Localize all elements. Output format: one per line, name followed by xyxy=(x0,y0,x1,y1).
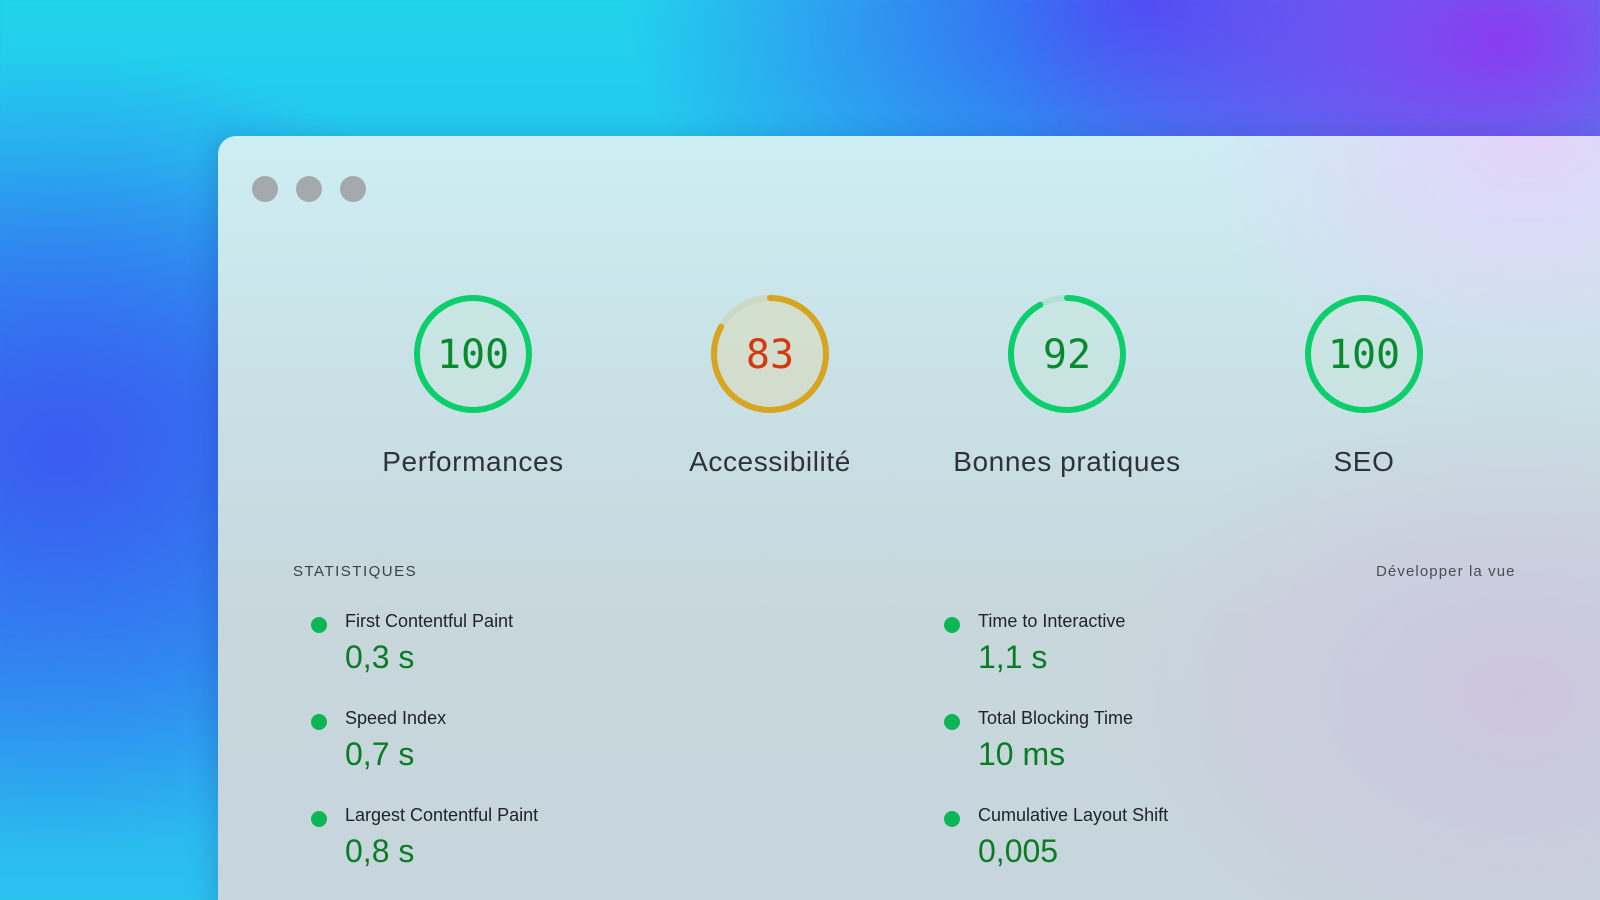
metric-value: 1,1 s xyxy=(978,639,1048,675)
score-label: SEO xyxy=(1333,446,1395,477)
zoom-window-button[interactable] xyxy=(340,176,366,202)
pass-status-dot xyxy=(944,811,960,827)
expand-view-link[interactable]: Développer la vue xyxy=(1376,563,1516,580)
lighthouse-report-window: 100 Performances 83 Accessibilité 92 Bon… xyxy=(218,136,1600,900)
statistics-heading: STATISTIQUES xyxy=(293,563,418,580)
metric-value: 0,8 s xyxy=(345,833,415,869)
metric-value: 0,7 s xyxy=(345,736,415,772)
score-gauge-performance[interactable]: 100 Performances xyxy=(353,292,593,478)
gauge-ring: 100 xyxy=(1305,295,1423,413)
score-label: Bonnes pratiques xyxy=(953,446,1181,477)
score-value: 83 xyxy=(746,332,794,378)
score-value: 100 xyxy=(437,332,509,378)
pass-status-dot xyxy=(311,617,327,633)
score-value: 92 xyxy=(1043,332,1091,378)
gauge-ring: 83 xyxy=(711,295,829,413)
metric-value: 0,005 xyxy=(978,833,1059,869)
score-gauge-seo[interactable]: 100 SEO xyxy=(1244,292,1484,478)
pass-status-dot xyxy=(944,714,960,730)
score-label: Performances xyxy=(382,446,564,477)
metric-value: 10 ms xyxy=(978,736,1066,772)
metric-label: Total Blocking Time xyxy=(978,708,1134,728)
metric-label: Cumulative Layout Shift xyxy=(978,805,1169,825)
close-window-button[interactable] xyxy=(252,176,278,202)
metric-label: First Contentful Paint xyxy=(345,611,514,631)
score-gauge-accessibility[interactable]: 83 Accessibilité xyxy=(650,292,890,478)
window-controls xyxy=(252,176,366,202)
pass-status-dot xyxy=(311,811,327,827)
score-gauge-best-practices[interactable]: 92 Bonnes pratiques xyxy=(947,292,1187,478)
pass-status-dot xyxy=(944,617,960,633)
score-value: 100 xyxy=(1328,332,1400,378)
metric-label: Largest Contentful Paint xyxy=(345,805,539,825)
metric-label: Time to Interactive xyxy=(978,611,1126,631)
metric-label: Speed Index xyxy=(345,708,447,728)
metric-value: 0,3 s xyxy=(345,639,415,675)
pass-status-dot xyxy=(311,714,327,730)
gauge-ring: 100 xyxy=(414,295,532,413)
score-label: Accessibilité xyxy=(689,446,851,477)
gauge-ring: 92 xyxy=(1008,295,1126,413)
minimize-window-button[interactable] xyxy=(296,176,322,202)
